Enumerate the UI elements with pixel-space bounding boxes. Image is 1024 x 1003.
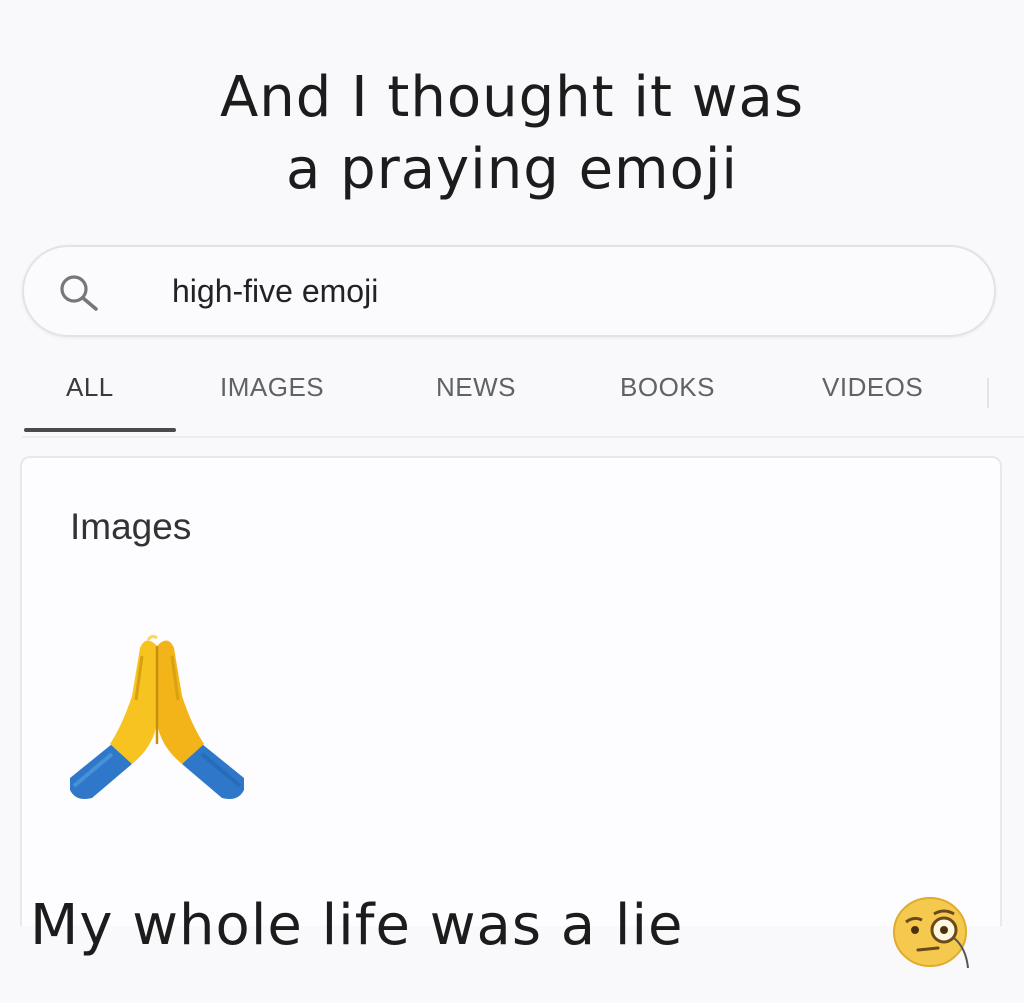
search-tabs: ALL IMAGES NEWS BOOKS VIDEOS bbox=[22, 362, 1002, 434]
tab-news[interactable]: NEWS bbox=[436, 372, 516, 403]
search-query-text[interactable]: high-five emoji bbox=[172, 273, 378, 310]
face-with-monocle-emoji-icon bbox=[893, 897, 969, 969]
tab-videos[interactable]: VIDEOS bbox=[822, 372, 923, 403]
tab-all[interactable]: ALL bbox=[66, 372, 114, 403]
top-caption: And I thought it was a praying emoji bbox=[0, 62, 1024, 206]
bottom-caption: My whole life was a lie bbox=[30, 893, 684, 958]
top-caption-line-2: a praying emoji bbox=[286, 137, 738, 202]
tabs-divider bbox=[22, 436, 1024, 438]
top-caption-line-1: And I thought it was bbox=[219, 65, 805, 130]
active-tab-indicator bbox=[24, 428, 176, 432]
search-box[interactable]: high-five emoji bbox=[22, 245, 996, 337]
search-icon[interactable] bbox=[54, 269, 102, 317]
tab-scroll-edge bbox=[987, 378, 989, 408]
tab-books[interactable]: BOOKS bbox=[620, 372, 715, 403]
folded-hands-emoji-icon[interactable] bbox=[62, 626, 252, 806]
card-title: Images bbox=[70, 506, 192, 547]
images-results-card: Images bbox=[20, 456, 1002, 926]
tab-images[interactable]: IMAGES bbox=[220, 372, 324, 403]
